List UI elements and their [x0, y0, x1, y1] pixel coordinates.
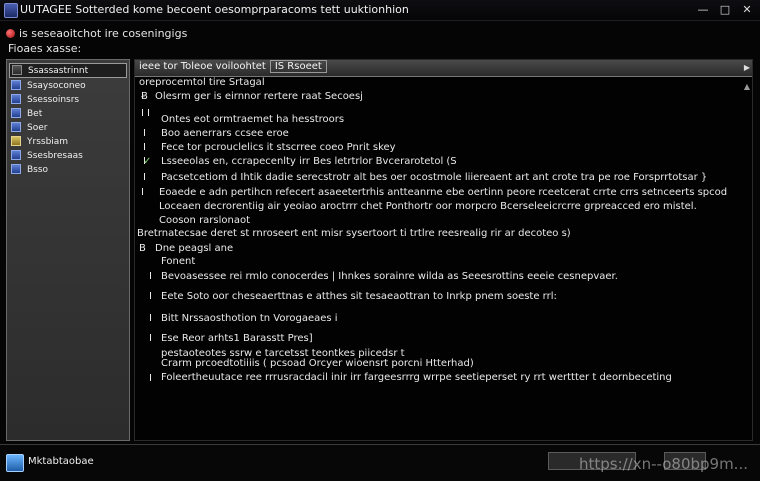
content-line-10: Bretrnatecsae deret st rnroseert ent mis… — [137, 228, 571, 239]
content-line-6: Pacsetcetiom d Ihtik dadie serecstrotr a… — [161, 172, 708, 183]
sidebar-item-6[interactable]: Ssesbresaas — [9, 149, 127, 164]
watermark-text: https://xn--o80bp9m... — [578, 455, 748, 473]
sidebar-item-label: Yrssbiam — [27, 137, 69, 147]
content-header-badge: IS Rsoeet — [269, 60, 327, 73]
bullet-icon: I — [149, 291, 152, 302]
settings-icon — [11, 94, 21, 104]
content-line-9: Cooson rarslonaot — [159, 215, 251, 226]
menu-line-2[interactable]: Fioaes xasse: — [8, 42, 81, 55]
sidebar-item-0[interactable]: Ssassastrinnt — [9, 63, 127, 78]
title-bar: UUTAGEE Sotterded kome becoent oesomprpa… — [0, 0, 760, 21]
sidebar-item-3[interactable]: Bet — [9, 107, 127, 122]
content-line-14: Eete Soto oor cheseaerttnas e atthes sit… — [161, 291, 557, 302]
content-line-15: Bitt Nrssaosthotion tn Vorogaeaes i — [161, 313, 338, 324]
sidebar-item-4[interactable]: Soer — [9, 121, 127, 136]
start-icon[interactable] — [6, 454, 24, 472]
network-icon — [11, 150, 21, 160]
bullet-icon: I — [149, 373, 152, 384]
sidebar-item-label: Ssesbresaas — [27, 151, 83, 161]
scroll-up-icon[interactable]: ▲ — [744, 82, 750, 91]
bullet-icon: I — [149, 333, 152, 344]
bullet-icon: I — [143, 172, 146, 183]
scroll-right-icon[interactable]: ▶ — [742, 60, 752, 76]
content-line-18: Crarm prcoedtotiiiis ( pcsoad Orcyer wio… — [161, 358, 474, 369]
content-line-11: Dne peagsl ane — [155, 243, 234, 254]
content-line-16: Ese Reor arhts1 Barasstt Pres] — [161, 333, 313, 344]
bullet-icon: Ƀ — [141, 91, 148, 102]
sidebar-item-1[interactable]: Ssaysoconeo — [9, 79, 127, 94]
check-icon: ✓ — [143, 156, 152, 167]
content-line-0: oreprocemtol tire Srtagal — [139, 77, 265, 88]
sidebar-item-7[interactable]: Bsso — [9, 163, 127, 178]
sidebar-item-label: Ssaysoconeo — [27, 81, 86, 91]
menu-line-1[interactable]: is seseaoitchot ire coseningigs — [6, 27, 187, 40]
content-panel: ieee tor Toleoe voiloohtet IS Rsoeet ▶ ▲ … — [134, 59, 753, 441]
content-line-5: Lsseeolas en, ccrapecenlty irr Bes letrt… — [161, 156, 457, 167]
computer-icon — [11, 80, 21, 90]
content-line-3: Boo aenerrars ccsee eroe — [161, 128, 289, 139]
sidebar-item-label: Bet — [27, 109, 43, 119]
bullet-icon: I — [143, 128, 146, 139]
bullet-icon: I — [149, 313, 152, 324]
security-shield-icon — [6, 29, 15, 38]
bullet-icon: I — [141, 187, 144, 198]
content-header-title-text: ieee tor Toleoe voiloohtet — [139, 61, 266, 72]
sidebar-item-2[interactable]: Ssessoinsrs — [9, 93, 127, 108]
globe-icon — [11, 164, 21, 174]
maximize-button[interactable]: □ — [714, 2, 736, 17]
sidebar-item-label: Ssassastrinnt — [28, 66, 89, 76]
window-icon — [11, 108, 21, 118]
sidebar-item-label: Bsso — [27, 165, 49, 175]
content-line-2: Ontes eot ormtraemet ha hesstroors — [161, 114, 345, 125]
bullet-icon: I — [141, 108, 144, 119]
content-line-19: Foleertheuutace ree rrrusracdacil inir i… — [161, 372, 672, 383]
sidebar-item-5[interactable]: Yrssbiam — [9, 135, 127, 150]
sidebar: Ssassastrinnt Ssaysoconeo Ssessoinsrs Be… — [6, 59, 130, 441]
minimize-button[interactable]: — — [692, 2, 714, 17]
taskbar-label[interactable]: Mktabtaobae — [28, 456, 94, 467]
content-line-4: Fece tor pcrouclelics it stscrree coeo P… — [161, 142, 396, 153]
bullet-icon: I — [147, 108, 150, 119]
system-icon — [12, 65, 22, 75]
bullet-icon: B — [139, 243, 146, 254]
content-line-7: Eoaede e adn pertihcn refecert asaeetert… — [159, 187, 728, 198]
content-header: ieee tor Toleoe voiloohtet IS Rsoeet ▶ — [135, 60, 752, 77]
folder-icon — [11, 136, 21, 146]
app-icon — [4, 3, 18, 18]
taskbar: Mktabtaobae https://xn--o80bp9m... — [0, 444, 760, 481]
sidebar-item-label: Ssessoinsrs — [27, 95, 80, 105]
document-icon — [11, 122, 21, 132]
bullet-icon: I — [143, 142, 146, 153]
content-header-title: ieee tor Toleoe voiloohtet IS Rsoeet — [139, 60, 327, 73]
window-title: UUTAGEE Sotterded kome becoent oesomprpa… — [20, 3, 409, 16]
sidebar-item-label: Soer — [27, 123, 48, 133]
content-line-1: Olesrm ger is eirnnor rertere raat Secoe… — [155, 91, 363, 102]
content-line-8: Loceaen decrorentiig air yeoiao aroctrrr… — [159, 201, 697, 212]
content-line-13: Bevoasessee rei rmlo conocerdes | Ihnkes… — [161, 271, 618, 282]
menu-line-1-label: is seseaoitchot ire coseningigs — [19, 27, 188, 40]
bullet-icon: I — [149, 271, 152, 282]
close-button[interactable]: ✕ — [736, 2, 758, 17]
content-line-12: Fonent — [161, 256, 196, 267]
